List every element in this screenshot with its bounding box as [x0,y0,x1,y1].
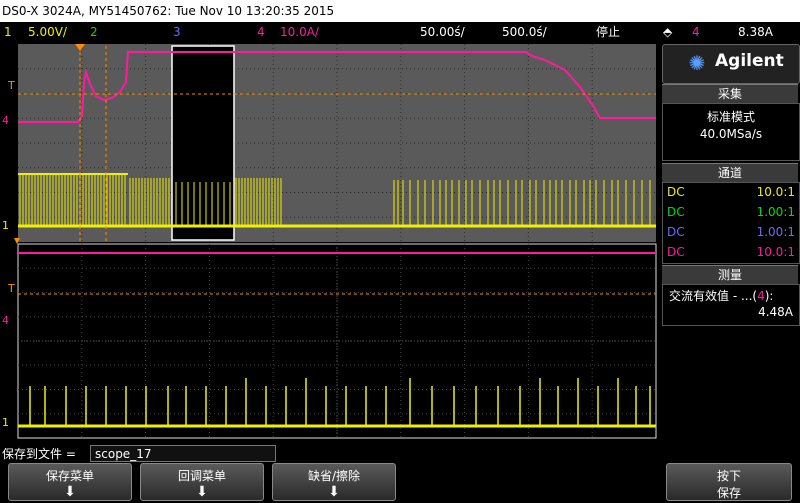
channel-row-3[interactable]: DC 1.00:1 [663,223,799,242]
save-label: 保存 [716,486,741,500]
agilent-logo: ✺ Agilent [662,44,800,84]
acquisition-mode: 标准模式 [706,110,755,124]
trigger-marker-top[interactable]: T [7,79,15,92]
info-panel: ✺ Agilent 采集 标准模式 40.0MSa/s 通道 DC 10.0:1 … [660,44,800,426]
default-erase-label: 缺省/擦除 [307,469,361,483]
waveform-display[interactable]: T 4 1 T 4 1 [0,42,660,444]
measurement-value: 4.48A [758,305,793,319]
recall-menu-softkey[interactable]: 回调菜单 ⬇ [140,463,264,501]
save-to-file-label: 保存到文件 = [2,447,76,461]
ch1-marker-bottom[interactable]: 1 [2,416,9,429]
ch2-number[interactable]: 2 [90,22,98,42]
ch3-number[interactable]: 3 [173,22,181,42]
press-label: 按下 [716,469,741,483]
channel-row-4[interactable]: DC 10.0:1 [663,243,799,262]
recall-menu-label: 回调菜单 [177,469,226,483]
time-reference[interactable]: 50.00ś/ [420,22,465,42]
ch4-number[interactable]: 4 [257,22,265,42]
acquisition-box: 标准模式 40.0MSa/s [662,103,800,161]
acquisition-header[interactable]: 采集 [662,84,798,103]
ch1-marker-top[interactable]: 1 [2,219,9,232]
ch4-marker-bottom[interactable]: 4 [2,314,9,327]
time-scale[interactable]: 500.0ś/ [502,22,547,42]
trigger-edge-icon: ⬘ [663,25,673,39]
default-erase-softkey[interactable]: 缺省/擦除 ⬇ [272,463,396,501]
run-state[interactable]: 停止 [596,22,620,42]
ch1-scale[interactable]: 5.00V/ [28,22,67,42]
window-title: DS0-X 3024A, MY51450762: Tue Nov 10 13:2… [2,4,335,18]
save-menu-label: 保存菜单 [45,469,94,483]
filename-field[interactable]: scope_17 [90,445,276,462]
window-title-bar: DS0-X 3024A, MY51450762: Tue Nov 10 13:2… [0,0,800,22]
press-to-save-softkey[interactable]: 按下 保存 [666,463,792,501]
channel-row-1[interactable]: DC 10.0:1 [663,183,799,202]
sample-rate: 40.0MSa/s [699,127,763,141]
zoom-window-fill [172,46,234,240]
trigger-channel[interactable]: 4 [692,22,700,42]
save-menu-softkey[interactable]: 保存菜单 ⬇ [8,463,132,501]
measurement-box: 交流有效值 - ...(4): 4.48A [662,284,800,326]
ch4-scale[interactable]: 10.0A/ [280,22,319,42]
logo-text: Agilent [715,51,784,71]
channels-box: DC 10.0:1 DC 1.00:1 DC 1.00:1 DC 10.0:1 [662,182,800,264]
status-bar: 1 5.00V/ 2 3 4 10.0A/ 50.00ś/ 500.0ś/ 停止… [0,22,800,42]
measurement-label[interactable]: 交流有效值 - ...(4): [669,287,773,304]
trigger-level[interactable]: 8.38A [738,22,773,42]
arrow-down-icon: ⬇ [328,484,340,500]
arrow-down-icon: ⬇ [196,484,208,500]
agilent-spark-icon: ✺ [688,51,706,75]
arrow-down-icon: ⬇ [64,484,76,500]
ch4-marker-top[interactable]: 4 [2,114,9,127]
measurement-header[interactable]: 测量 [662,265,798,284]
save-to-file-row: 保存到文件 = scope_17 [0,444,300,464]
trigger-marker-bottom[interactable]: T [7,282,15,295]
channel-row-2[interactable]: DC 1.00:1 [663,203,799,222]
channels-header[interactable]: 通道 [662,163,798,182]
ch1-number[interactable]: 1 [4,22,12,42]
